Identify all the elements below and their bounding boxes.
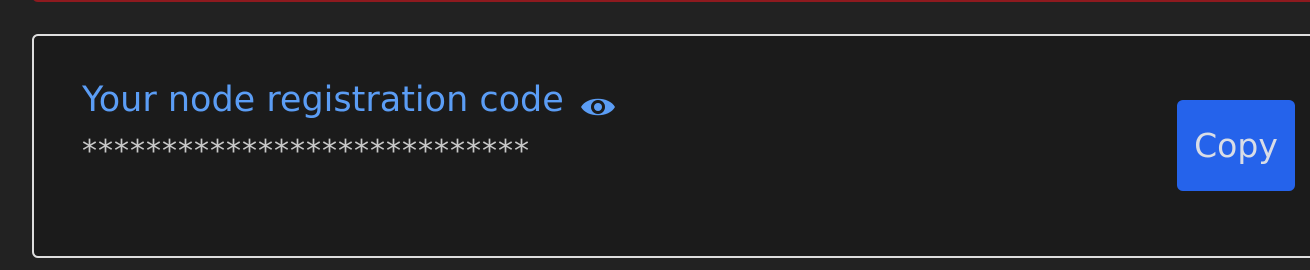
registration-code-card: Your node registration code ************… xyxy=(32,34,1310,258)
registration-code-title: Your node registration code xyxy=(82,78,616,122)
copy-button[interactable]: Copy xyxy=(1177,100,1295,191)
registration-code-title-text: Your node registration code xyxy=(82,80,564,120)
registration-code-value: **************************** xyxy=(82,134,530,169)
alert-bar-edge xyxy=(32,0,1310,2)
eye-icon[interactable] xyxy=(580,87,616,116)
